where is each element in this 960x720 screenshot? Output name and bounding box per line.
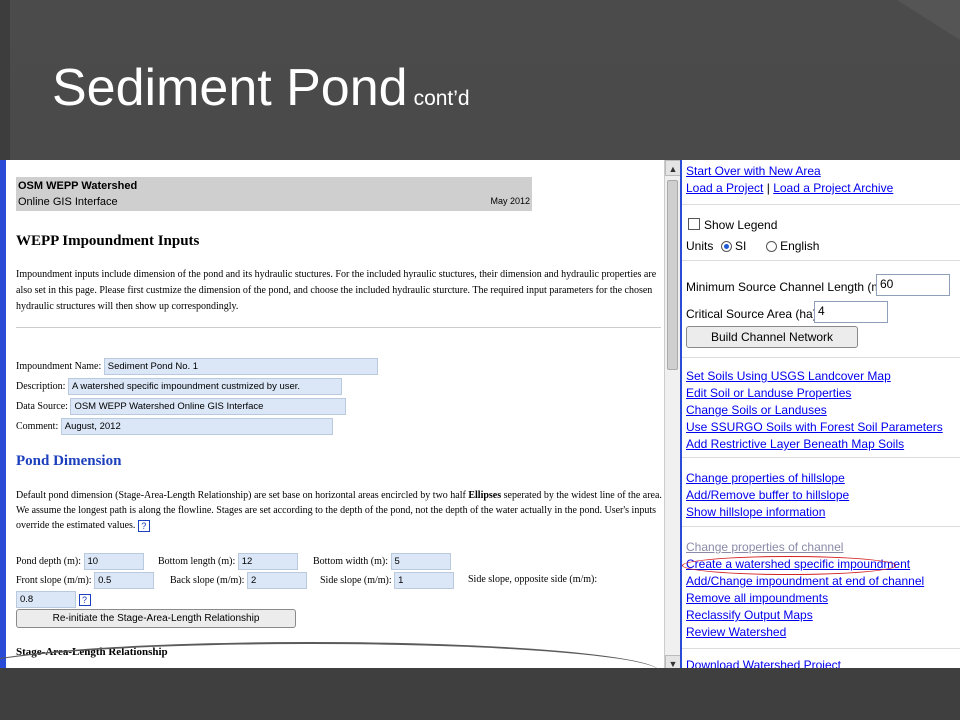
back-slope-label: Back slope (m/m):	[170, 574, 245, 586]
unit-english-label: English	[780, 239, 820, 253]
start-over-link[interactable]: Start Over with New Area	[686, 164, 821, 178]
description-label: Description:	[16, 381, 66, 392]
critical-area-input[interactable]: 4	[814, 301, 888, 323]
slide-title: Sediment Pond cont’d	[52, 58, 470, 118]
show-legend-label: Show Legend	[704, 218, 778, 232]
comment-row: Comment: August, 2012	[16, 418, 333, 435]
impoundment-heading: WEPP Impoundment Inputs	[16, 233, 200, 249]
data-source-input[interactable]: OSM WEPP Watershed Online GIS Interface	[70, 398, 347, 415]
section-divider	[16, 327, 661, 328]
sidebar-divider	[682, 526, 960, 527]
pond-text-part-a: Default pond dimension (Stage-Area-Lengt…	[16, 490, 469, 501]
unit-si-label: SI	[735, 239, 747, 253]
help-icon[interactable]: ?	[78, 593, 91, 606]
load-archive-link[interactable]: Load a Project Archive	[773, 181, 893, 195]
min-channel-input[interactable]: 60	[876, 274, 950, 296]
back-slope-input[interactable]: 2	[246, 572, 307, 589]
load-separator: |	[766, 181, 770, 195]
description-row: Description: A watershed specific impoun…	[16, 378, 342, 395]
description-input[interactable]: A watershed specific impoundment custmiz…	[67, 378, 342, 395]
hillslope-link[interactable]: Add/Remove buffer to hillslope	[686, 488, 849, 502]
bottom-length-field: Bottom length (m): 12	[158, 553, 298, 570]
back-slope-field: Back slope (m/m): 2	[170, 572, 307, 589]
channel-properties-link-disabled: Change properties of channel	[686, 540, 844, 554]
impoundment-link[interactable]: Reclassify Output Maps	[686, 608, 813, 622]
impoundment-link[interactable]: Add/Change impoundment at end of channel	[686, 574, 924, 588]
pond-depth-field: Pond depth (m): 10	[16, 553, 144, 570]
pond-text-ellipses: Ellipses	[468, 490, 502, 501]
site-header-band: OSM WEPP Watershed Online GIS Interface …	[16, 177, 532, 211]
side-slope-opposite-field: 0.8 ?	[16, 591, 91, 608]
highlight-ellipse	[682, 556, 896, 575]
show-legend-checkbox[interactable]	[688, 218, 700, 230]
tool-sidebar: Start Over with New Area Load a Project …	[682, 160, 960, 671]
bottom-length-input[interactable]: 12	[237, 553, 298, 570]
vertical-scrollbar[interactable]: ▲ ▼	[664, 160, 681, 671]
impoundment-form-pane: OSM WEPP Watershed Online GIS Interface …	[6, 160, 664, 671]
impoundment-link[interactable]: Review Watershed	[686, 625, 786, 639]
scroll-thumb[interactable]	[667, 180, 678, 370]
side-slope-opposite-label: Side slope, opposite side (m/m):	[468, 574, 598, 585]
data-source-row: Data Source: OSM WEPP Watershed Online G…	[16, 398, 347, 415]
pond-depth-label: Pond depth (m):	[16, 555, 81, 567]
comment-label: Comment:	[16, 421, 59, 432]
min-channel-label: Minimum Source Channel Length (m):	[686, 280, 889, 294]
impoundment-link[interactable]: Remove all impoundments	[686, 591, 828, 605]
reinitiate-button[interactable]: Re-initiate the Stage-Area-Length Relati…	[16, 609, 296, 628]
impoundment-name-label: Impoundment Name:	[16, 361, 102, 372]
data-source-label: Data Source:	[16, 401, 68, 412]
units-label: Units	[686, 239, 714, 253]
bottom-length-label: Bottom length (m):	[158, 555, 236, 567]
load-project-link[interactable]: Load a Project	[686, 181, 763, 195]
pond-dimension-description: Default pond dimension (Stage-Area-Lengt…	[16, 488, 664, 533]
impoundment-name-row: Impoundment Name: Sediment Pond No. 1	[16, 358, 378, 375]
browser-screenshot: OSM WEPP Watershed Online GIS Interface …	[0, 160, 960, 671]
units-row: Units SI English	[686, 239, 819, 253]
comment-input[interactable]: August, 2012	[60, 418, 333, 435]
unit-english-radio[interactable]	[765, 241, 777, 253]
soil-link[interactable]: Use SSURGO Soils with Forest Soil Parame…	[686, 420, 943, 434]
sidebar-divider	[682, 204, 960, 205]
build-channel-button[interactable]: Build Channel Network	[686, 326, 858, 348]
site-header-date: May 2012	[490, 196, 530, 206]
soil-link[interactable]: Edit Soil or Landuse Properties	[686, 386, 851, 400]
hillslope-link[interactable]: Show hillslope information	[686, 505, 825, 519]
front-slope-input[interactable]: 0.5	[94, 572, 155, 589]
side-slope-label: Side slope (m/m):	[320, 574, 392, 586]
pond-dimension-heading: Pond Dimension	[16, 453, 122, 469]
site-header-subtitle: Online GIS Interface	[18, 196, 118, 208]
pond-depth-input[interactable]: 10	[83, 553, 144, 570]
side-slope-input[interactable]: 1	[394, 572, 455, 589]
slide-title-sub: cont’d	[413, 87, 470, 110]
load-links-row: Load a Project | Load a Project Archive	[686, 181, 893, 195]
impoundment-name-input[interactable]: Sediment Pond No. 1	[103, 358, 378, 375]
critical-area-label: Critical Source Area (ha):	[686, 307, 821, 321]
side-slope-opposite-input[interactable]: 0.8	[16, 591, 76, 608]
scroll-up-icon[interactable]: ▲	[665, 160, 681, 176]
front-slope-label: Front slope (m/m):	[16, 574, 92, 586]
bottom-width-input[interactable]: 5	[390, 553, 451, 570]
sidebar-divider	[682, 457, 960, 458]
sidebar-divider	[682, 357, 960, 358]
unit-si-radio[interactable]	[720, 241, 732, 253]
sidebar-divider	[682, 648, 960, 649]
front-slope-field: Front slope (m/m): 0.5	[16, 572, 155, 589]
sidebar-divider	[682, 260, 960, 261]
bottom-width-label: Bottom width (m):	[313, 555, 388, 567]
slide-title-main: Sediment Pond	[52, 59, 408, 117]
impoundment-intro: Impoundment inputs include dimension of …	[16, 269, 657, 312]
bottom-width-field: Bottom width (m): 5	[313, 553, 451, 570]
site-header-title: OSM WEPP Watershed	[18, 180, 138, 192]
slide-bottom-curve	[0, 642, 660, 702]
soil-link[interactable]: Change Soils or Landuses	[686, 403, 827, 417]
hillslope-link[interactable]: Change properties of hillslope	[686, 471, 845, 485]
soil-link[interactable]: Add Restrictive Layer Beneath Map Soils	[686, 437, 904, 451]
side-slope-field: Side slope (m/m): 1	[320, 572, 455, 589]
soil-link[interactable]: Set Soils Using USGS Landcover Map	[686, 369, 891, 383]
help-icon[interactable]: ?	[137, 519, 150, 532]
